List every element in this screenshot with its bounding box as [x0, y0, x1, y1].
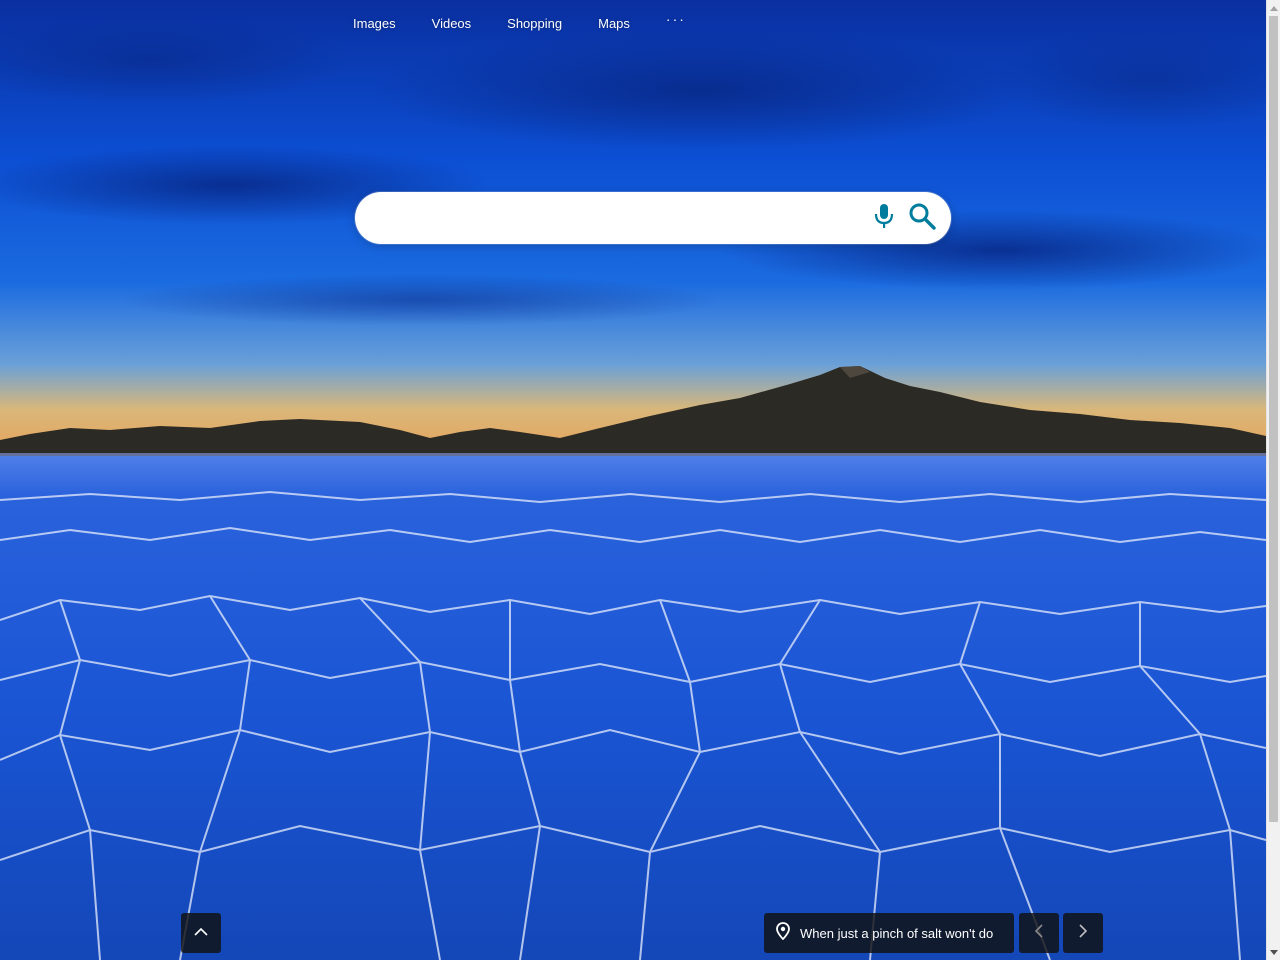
top-nav: Images Videos Shopping Maps ··· [335, 0, 704, 46]
more-menu-button[interactable]: ··· [648, 11, 704, 27]
scroll-up-arrow[interactable] [1267, 0, 1280, 16]
previous-image-button[interactable] [1019, 913, 1059, 953]
search-icon [908, 202, 936, 235]
search-input[interactable] [375, 202, 855, 234]
chevron-right-icon [1078, 923, 1088, 944]
nav-videos-link[interactable]: Videos [414, 16, 490, 31]
nav-shopping-link[interactable]: Shopping [489, 16, 580, 31]
nav-maps-link[interactable]: Maps [580, 16, 648, 31]
vertical-scrollbar[interactable] [1266, 0, 1280, 960]
scrollbar-thumb[interactable] [1269, 16, 1278, 822]
caption-text: When just a pinch of salt won't do [800, 925, 994, 941]
scroll-down-arrow[interactable] [1267, 944, 1280, 960]
next-image-button[interactable] [1063, 913, 1103, 953]
search-button[interactable] [903, 199, 941, 237]
nav-images-link[interactable]: Images [335, 16, 414, 31]
location-pin-icon [776, 921, 790, 945]
chevron-left-icon [1034, 923, 1044, 944]
chevron-up-icon [193, 924, 209, 942]
scroll-up-button[interactable] [181, 913, 221, 953]
background-image [0, 0, 1266, 960]
image-caption-link[interactable]: When just a pinch of salt won't do [764, 913, 1014, 953]
microphone-icon [874, 203, 894, 234]
search-box [355, 192, 951, 244]
voice-search-button[interactable] [868, 202, 900, 234]
